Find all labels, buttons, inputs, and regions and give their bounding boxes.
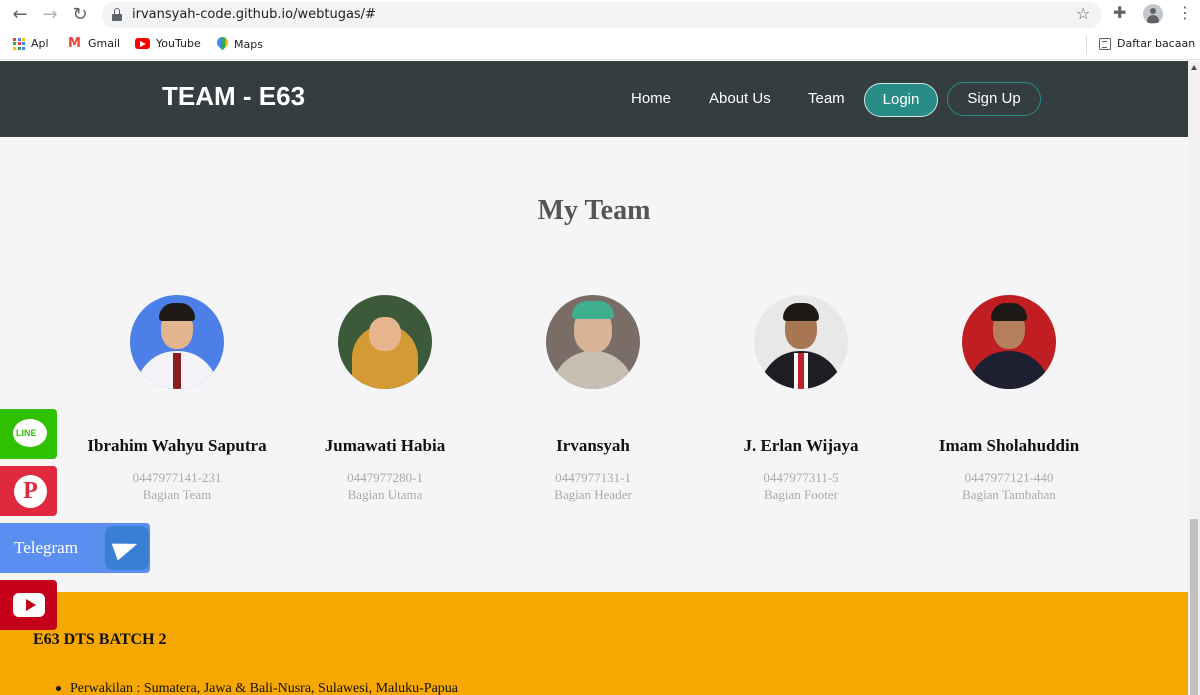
- bookmark-apps[interactable]: Apl: [13, 37, 49, 50]
- page-scrollbar[interactable]: [1188, 61, 1200, 695]
- line-button[interactable]: LINE: [0, 409, 57, 459]
- bookmark-star-icon[interactable]: ☆: [1076, 4, 1090, 23]
- scroll-thumb[interactable]: [1190, 519, 1198, 695]
- member-id: 0447977311-5: [763, 470, 839, 485]
- gmail-icon: M: [68, 36, 81, 51]
- bookmark-maps[interactable]: Maps: [217, 37, 263, 51]
- url-text[interactable]: irvansyah-code.github.io/webtugas/#: [132, 7, 376, 22]
- member-name: Irvansyah: [556, 436, 630, 455]
- team-member-card: Jumawati Habia 0447977280-1 Bagian Utama: [275, 295, 495, 503]
- member-name: Ibrahim Wahyu Saputra: [87, 436, 267, 455]
- youtube-icon: [135, 38, 150, 49]
- member-role: Bagian Header: [554, 487, 632, 502]
- section-title: My Team: [537, 195, 651, 226]
- bookmark-gmail[interactable]: M Gmail: [68, 37, 120, 50]
- site-navbar: TEAM - E63 Home About Us Team Login Sign…: [0, 61, 1188, 137]
- member-name: J. Erlan Wijaya: [743, 436, 859, 455]
- reading-list-icon: [1099, 37, 1111, 50]
- member-photo: [962, 295, 1056, 389]
- youtube-button[interactable]: [0, 580, 57, 630]
- pinterest-glyph: P: [23, 478, 38, 504]
- extensions-icon[interactable]: ✚: [1113, 3, 1126, 22]
- site-footer: E63 DTS BATCH 2 Perwakilan : Sumatera, J…: [0, 592, 1188, 695]
- member-photo: [130, 295, 224, 389]
- member-name: Jumawati Habia: [324, 436, 446, 455]
- address-bar[interactable]: irvansyah-code.github.io/webtugas/# ☆: [102, 2, 1102, 28]
- lock-icon: [112, 8, 122, 22]
- team-member-card: Irvansyah 0447977131-1 Bagian Header: [483, 295, 703, 503]
- signup-button[interactable]: Sign Up: [947, 82, 1041, 116]
- site-brand[interactable]: TEAM - E63: [162, 81, 305, 112]
- bookmark-label: Gmail: [88, 37, 121, 50]
- reload-icon[interactable]: ↻: [68, 3, 92, 27]
- footer-title: E63 DTS BATCH 2: [33, 631, 167, 648]
- member-role: Bagian Utama: [347, 487, 423, 502]
- member-photo: [754, 295, 848, 389]
- reading-list[interactable]: Daftar bacaan: [1099, 37, 1195, 50]
- nav-team[interactable]: Team: [808, 90, 845, 107]
- team-member-card: Imam Sholahuddin 0447977121-440 Bagian T…: [899, 295, 1119, 503]
- maps-pin-icon: [217, 37, 228, 51]
- telegram-label: Telegram: [14, 538, 78, 557]
- back-icon[interactable]: ←: [8, 3, 32, 27]
- scroll-up-icon[interactable]: [1191, 65, 1197, 70]
- telegram-button[interactable]: Telegram: [0, 523, 150, 573]
- bookmark-label: YouTube: [156, 37, 201, 50]
- bookmark-label: Maps: [234, 37, 263, 51]
- team-member-card: J. Erlan Wijaya 0447977311-5 Bagian Foot…: [691, 295, 911, 503]
- bookmark-label: Apl: [31, 37, 49, 50]
- member-id: 0447977141-231: [132, 470, 222, 485]
- login-button[interactable]: Login: [864, 83, 938, 117]
- bookmarks-bar: Apl M Gmail YouTube Maps Daftar bacaan: [0, 30, 1200, 60]
- member-role: Bagian Tambahan: [962, 487, 1056, 502]
- bookmark-youtube[interactable]: YouTube: [135, 37, 201, 50]
- member-id: 0447977131-1: [555, 470, 631, 485]
- apps-grid-icon: [13, 37, 25, 50]
- pinterest-button[interactable]: P: [0, 466, 57, 516]
- browser-toolbar: ← → ↻ irvansyah-code.github.io/webtugas/…: [0, 0, 1200, 30]
- nav-about-us[interactable]: About Us: [709, 90, 771, 107]
- divider: [1086, 36, 1087, 54]
- member-role: Bagian Footer: [763, 487, 838, 502]
- page-viewport: TEAM - E63 Home About Us Team Login Sign…: [0, 61, 1188, 695]
- forward-icon[interactable]: →: [38, 3, 62, 27]
- member-id: 0447977280-1: [347, 470, 423, 485]
- member-name: Imam Sholahuddin: [938, 436, 1080, 455]
- line-label: LINE: [16, 428, 37, 438]
- member-id: 0447977121-440: [964, 470, 1054, 485]
- nav-home[interactable]: Home: [631, 90, 671, 107]
- member-role: Bagian Team: [142, 487, 212, 502]
- profile-avatar-icon[interactable]: [1143, 4, 1163, 24]
- play-triangle: [26, 599, 36, 611]
- member-photo: [546, 295, 640, 389]
- reading-list-label: Daftar bacaan: [1117, 37, 1196, 50]
- telegram-icon: [105, 526, 149, 570]
- member-photo: [338, 295, 432, 389]
- footer-list-item: Perwakilan : Sumatera, Jawa & Bali-Nusra…: [55, 681, 459, 695]
- menu-dots-icon[interactable]: ⋮: [1177, 3, 1193, 22]
- team-member-card: Ibrahim Wahyu Saputra 0447977141-231 Bag…: [67, 295, 287, 503]
